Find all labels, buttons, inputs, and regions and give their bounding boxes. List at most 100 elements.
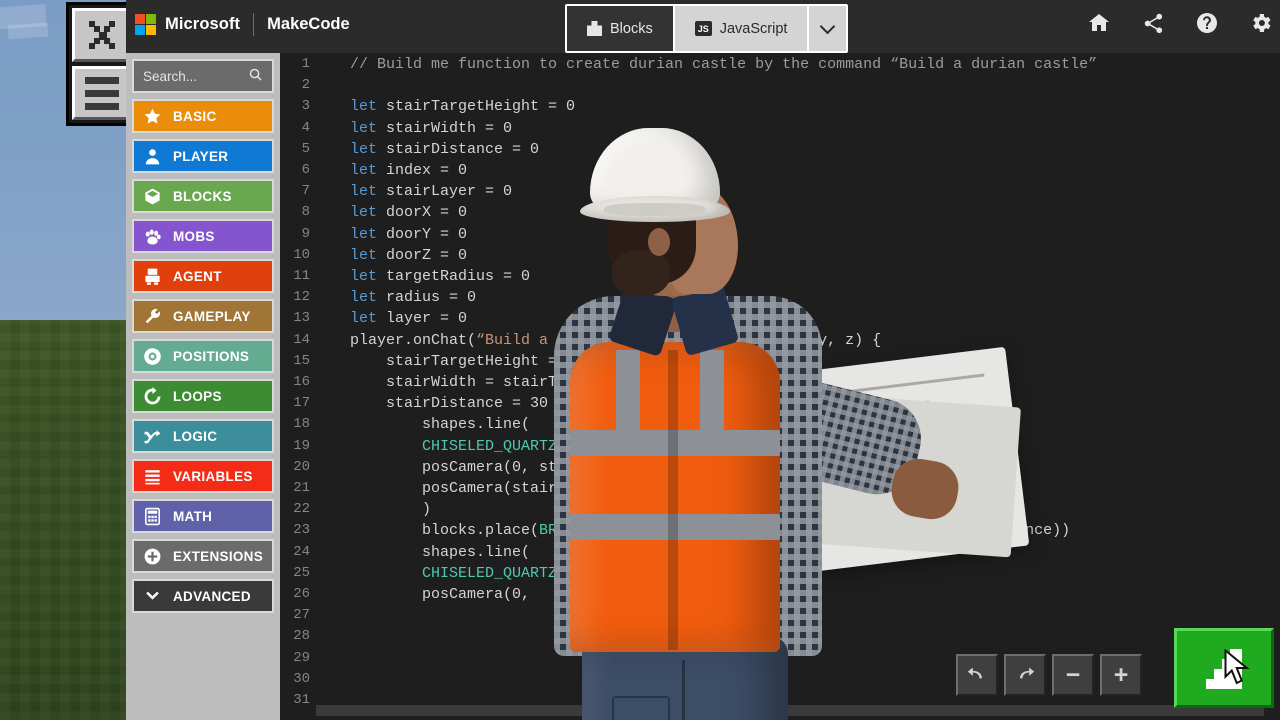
code-line: player.onChat(“Build a durian castle”, f… xyxy=(350,332,881,349)
help-icon[interactable] xyxy=(1194,10,1220,36)
code-line: // Build me function to create durian ca… xyxy=(350,56,1097,73)
line-number: 16 xyxy=(293,374,310,390)
undo-button[interactable] xyxy=(956,654,998,696)
home-icon[interactable] xyxy=(1086,10,1112,36)
code-token: let xyxy=(350,310,378,328)
line-number: 27 xyxy=(293,607,310,624)
code-token: CHISELED_QUARTZ_BLOCK xyxy=(422,437,612,455)
line-number: 11 xyxy=(293,268,310,284)
line-number: 15 xyxy=(293,352,310,369)
code-line: stairDistance = 30 xyxy=(350,395,548,412)
line-number: 1 xyxy=(301,56,310,72)
editor-controls: − + xyxy=(956,654,1142,696)
tab-blocks[interactable]: Blocks xyxy=(567,6,673,51)
toolbox-category-list: BASIC PLAYER BLOCKS MOBS AGENT GAMEPLAY POSITI… xyxy=(132,99,274,613)
toolbox-category-player[interactable]: PLAYER xyxy=(132,139,274,173)
code-line: let radius = 0 xyxy=(350,289,476,306)
toolbox-category-loops[interactable]: LOOPS xyxy=(132,379,274,413)
toolbox-category-label: LOOPS xyxy=(173,388,222,404)
line-number: 2 xyxy=(301,77,310,94)
toolbox-category-gameplay[interactable]: GAMEPLAY xyxy=(132,299,274,333)
code-token: posCamera(0, xyxy=(350,586,531,603)
code-token: , posCamera(0, stairLayer + 1, stairDist… xyxy=(656,522,1071,540)
crosshair-button[interactable] xyxy=(72,8,132,62)
line-number-gutter: 1 2 3 4 5 6 7 8 9 10 11 12 13 14 15 16 17 18 19 20 21 22 23 24 2… xyxy=(280,53,316,720)
microsoft-logo-icon xyxy=(135,14,156,35)
code-line: posCamera(stairWidth, stairLayer, 0), xyxy=(350,480,755,497)
toolbox-category-label: BLOCKS xyxy=(173,188,232,204)
code-token: let xyxy=(350,162,378,179)
toolbox-category-positions[interactable]: POSITIONS xyxy=(132,339,274,373)
toolbox-inner: Search... BASIC PLAYER BLOCKS MOBS AGENT GAME… xyxy=(132,59,274,613)
toolbox-category-advanced[interactable]: ADVANCED xyxy=(132,579,274,613)
blocks-icon xyxy=(587,21,602,36)
zoom-out-button[interactable]: − xyxy=(1052,654,1094,696)
line-number: 4 xyxy=(301,119,310,136)
toolbox-category-logic[interactable]: LOGIC xyxy=(132,419,274,453)
code-line: ) xyxy=(350,501,431,518)
code-line: let layer = 0 xyxy=(350,310,467,327)
toolbox-category-extensions[interactable]: EXTENSIONS xyxy=(132,539,274,573)
code-token: ) xyxy=(350,501,432,519)
loop-icon xyxy=(143,386,162,406)
line-number: 29 xyxy=(293,649,310,666)
brand-divider xyxy=(253,13,255,36)
toolbox-category-agent[interactable]: AGENT xyxy=(132,259,274,293)
code-token: player.onChat( xyxy=(350,331,477,349)
line-number: 28 xyxy=(293,628,310,645)
line-number: 31 xyxy=(293,692,310,708)
toolbox-category-label: BASIC xyxy=(173,108,217,124)
toolbox-category-label: PLAYER xyxy=(173,148,229,164)
code-token: BREWING_STAND xyxy=(539,522,657,540)
code-token: , xyxy=(611,564,621,582)
microsoft-wordmark: Microsoft xyxy=(165,15,241,33)
code-content[interactable]: // Build me function to create durian ca… xyxy=(316,53,1280,720)
code-token: let xyxy=(350,98,378,116)
line-number: 30 xyxy=(293,670,310,687)
code-line: let stairLayer = 0 xyxy=(350,183,512,200)
settings-icon[interactable] xyxy=(1248,10,1274,36)
redo-button[interactable] xyxy=(1004,654,1046,696)
code-token: let xyxy=(350,225,378,243)
horizontal-scrollbar[interactable] xyxy=(316,705,1264,716)
menu-button[interactable] xyxy=(72,66,132,120)
toolbox-category-variables[interactable]: VARIABLES xyxy=(132,459,274,493)
toolbox-category-math[interactable]: MATH xyxy=(132,499,274,533)
chevron-down-icon xyxy=(143,587,162,606)
line-number: 19 xyxy=(293,437,310,454)
mouse-cursor-icon xyxy=(1224,649,1250,685)
code-line: let doorX = 0 xyxy=(350,204,467,221)
toolbox-category-label: VARIABLES xyxy=(173,468,253,484)
code-line: let doorZ = 0 xyxy=(350,247,467,264)
person-icon xyxy=(143,147,162,166)
game-ground xyxy=(0,320,135,720)
zoom-in-button[interactable]: + xyxy=(1100,654,1142,696)
tab-javascript-label: JavaScript xyxy=(719,20,788,37)
toolbox-category-blocks[interactable]: BLOCKS xyxy=(132,179,274,213)
editor-dropdown-button[interactable] xyxy=(809,6,847,51)
line-number: 14 xyxy=(293,331,310,348)
toolbox-category-basic[interactable]: BASIC xyxy=(132,99,274,133)
paw-icon xyxy=(143,227,162,246)
search-input[interactable]: Search... xyxy=(132,59,274,93)
toolbox-category-mobs[interactable]: MOBS xyxy=(132,219,274,253)
code-token: , xyxy=(611,437,621,455)
code-line: let doorY = 0 xyxy=(350,226,467,243)
stairs-button[interactable] xyxy=(1174,628,1274,708)
code-editor[interactable]: 1 2 3 4 5 6 7 8 9 10 11 12 13 14 15 16 17 18 19 20 21 22 23 24 2… xyxy=(280,53,1280,720)
code-line: CHISELED_QUARTZ_BLOCK, xyxy=(350,438,620,455)
line-number: 26 xyxy=(293,586,310,602)
code-token: doorY = 0 xyxy=(377,225,468,243)
code-token: doorX = 0 xyxy=(377,204,468,222)
share-icon[interactable] xyxy=(1140,10,1166,36)
code-token: let xyxy=(350,289,378,307)
code-token: blocks.place( xyxy=(350,522,540,540)
zoom-in-label: + xyxy=(1113,660,1129,689)
code-token: let xyxy=(350,183,378,201)
toolbox-category-label: MATH xyxy=(173,508,213,524)
code-token: // Build me function to create durian ca… xyxy=(350,56,1098,73)
search-icon xyxy=(248,67,263,85)
code-token: stairTargetHeight = 10 xyxy=(350,352,585,370)
tab-javascript[interactable]: JS JavaScript xyxy=(674,6,808,51)
code-token: let xyxy=(350,140,378,158)
